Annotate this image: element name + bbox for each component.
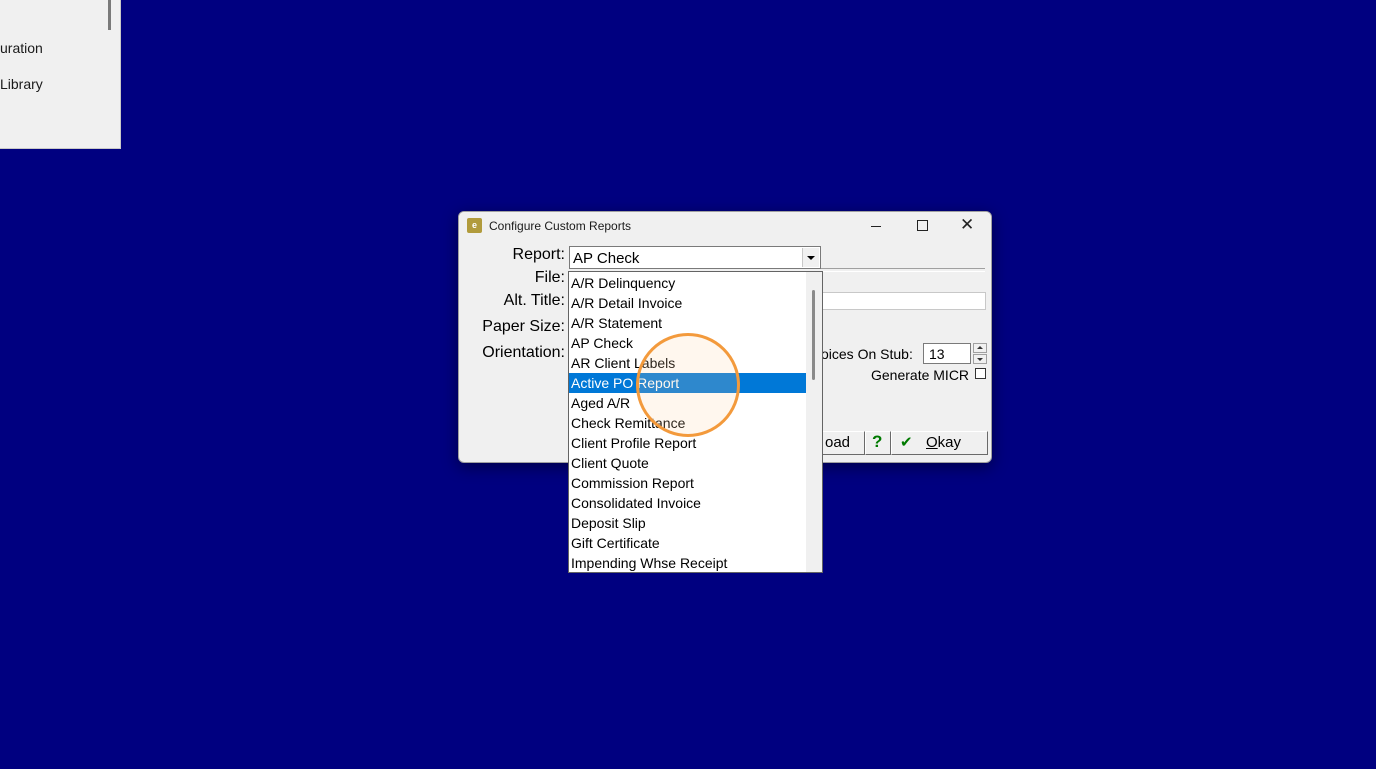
file-field[interactable] [821,268,985,272]
generate-micr-checkbox[interactable] [975,368,986,379]
report-option-selected[interactable]: Active PO Report [569,373,806,393]
background-window: uration Library [0,0,121,149]
report-combobox[interactable]: AP Check [569,246,821,269]
spin-up-button[interactable] [973,343,987,353]
help-icon: ? [872,432,883,451]
alt-title-label: Alt. Title: [503,292,565,309]
report-option[interactable]: A/R Statement [569,313,806,333]
report-option[interactable]: Client Profile Report [569,433,806,453]
load-button[interactable]: oad [821,431,865,455]
okay-button-label: Okay [926,434,962,451]
minimize-icon [871,226,881,227]
load-button-label: oad [825,434,851,451]
arrow-up-icon [977,346,983,349]
report-option[interactable]: Gift Certificate [569,533,806,553]
report-option[interactable]: Client Quote [569,453,806,473]
report-option[interactable]: A/R Delinquency [569,273,806,293]
close-icon: ✕ [960,215,975,234]
report-dropdown-list[interactable]: A/R Delinquency A/R Detail Invoice A/R S… [568,271,823,573]
report-option[interactable]: Consolidated Invoice [569,493,806,513]
dropdown-scrollbar[interactable] [806,272,822,572]
okay-button[interactable]: ✔ Okay [891,431,988,455]
background-menu-item-library[interactable]: Library [0,76,43,92]
chevron-down-icon [807,256,815,260]
report-option[interactable]: Impending Whse Receipt [569,553,806,572]
paper-size-label: Paper Size: [482,318,565,335]
report-label: Report: [512,246,565,263]
invoices-on-stub-spinner[interactable]: 13 [923,343,987,364]
spin-down-button[interactable] [973,354,987,364]
report-option[interactable]: A/R Detail Invoice [569,293,806,313]
invoices-on-stub-label: oices On Stub: [821,346,913,362]
orientation-label: Orientation: [482,344,565,361]
report-option[interactable]: AR Client Labels [569,353,806,373]
report-option[interactable]: Deposit Slip [569,513,806,533]
help-button[interactable]: ? [865,431,891,455]
report-option[interactable]: Aged A/R [569,393,806,413]
maximize-icon [917,220,928,231]
report-option[interactable]: Commission Report [569,473,806,493]
background-scrollbar[interactable] [108,0,111,30]
checkmark-icon: ✔ [900,434,913,451]
app-icon: e [467,218,482,233]
report-option[interactable]: AP Check [569,333,806,353]
alt-title-input[interactable] [821,292,986,310]
report-combobox-value: AP Check [573,250,640,267]
maximize-button[interactable] [899,212,945,240]
close-button[interactable]: ✕ [945,212,991,240]
background-menu-item-configuration[interactable]: uration [0,40,43,56]
invoices-on-stub-input[interactable]: 13 [923,343,971,364]
generate-micr-label: Generate MICR [871,367,970,383]
report-option[interactable]: Check Remittance [569,413,806,433]
report-options: A/R Delinquency A/R Detail Invoice A/R S… [569,273,806,572]
invoices-on-stub-value: 13 [929,346,945,362]
arrow-down-icon [977,358,983,361]
title-bar[interactable]: e Configure Custom Reports ✕ [459,212,991,240]
dialog-title: Configure Custom Reports [489,219,632,233]
minimize-button[interactable] [853,212,899,240]
dropdown-scrollbar-thumb[interactable] [812,290,815,380]
report-dropdown-button[interactable] [802,248,819,267]
file-label: File: [534,269,565,286]
